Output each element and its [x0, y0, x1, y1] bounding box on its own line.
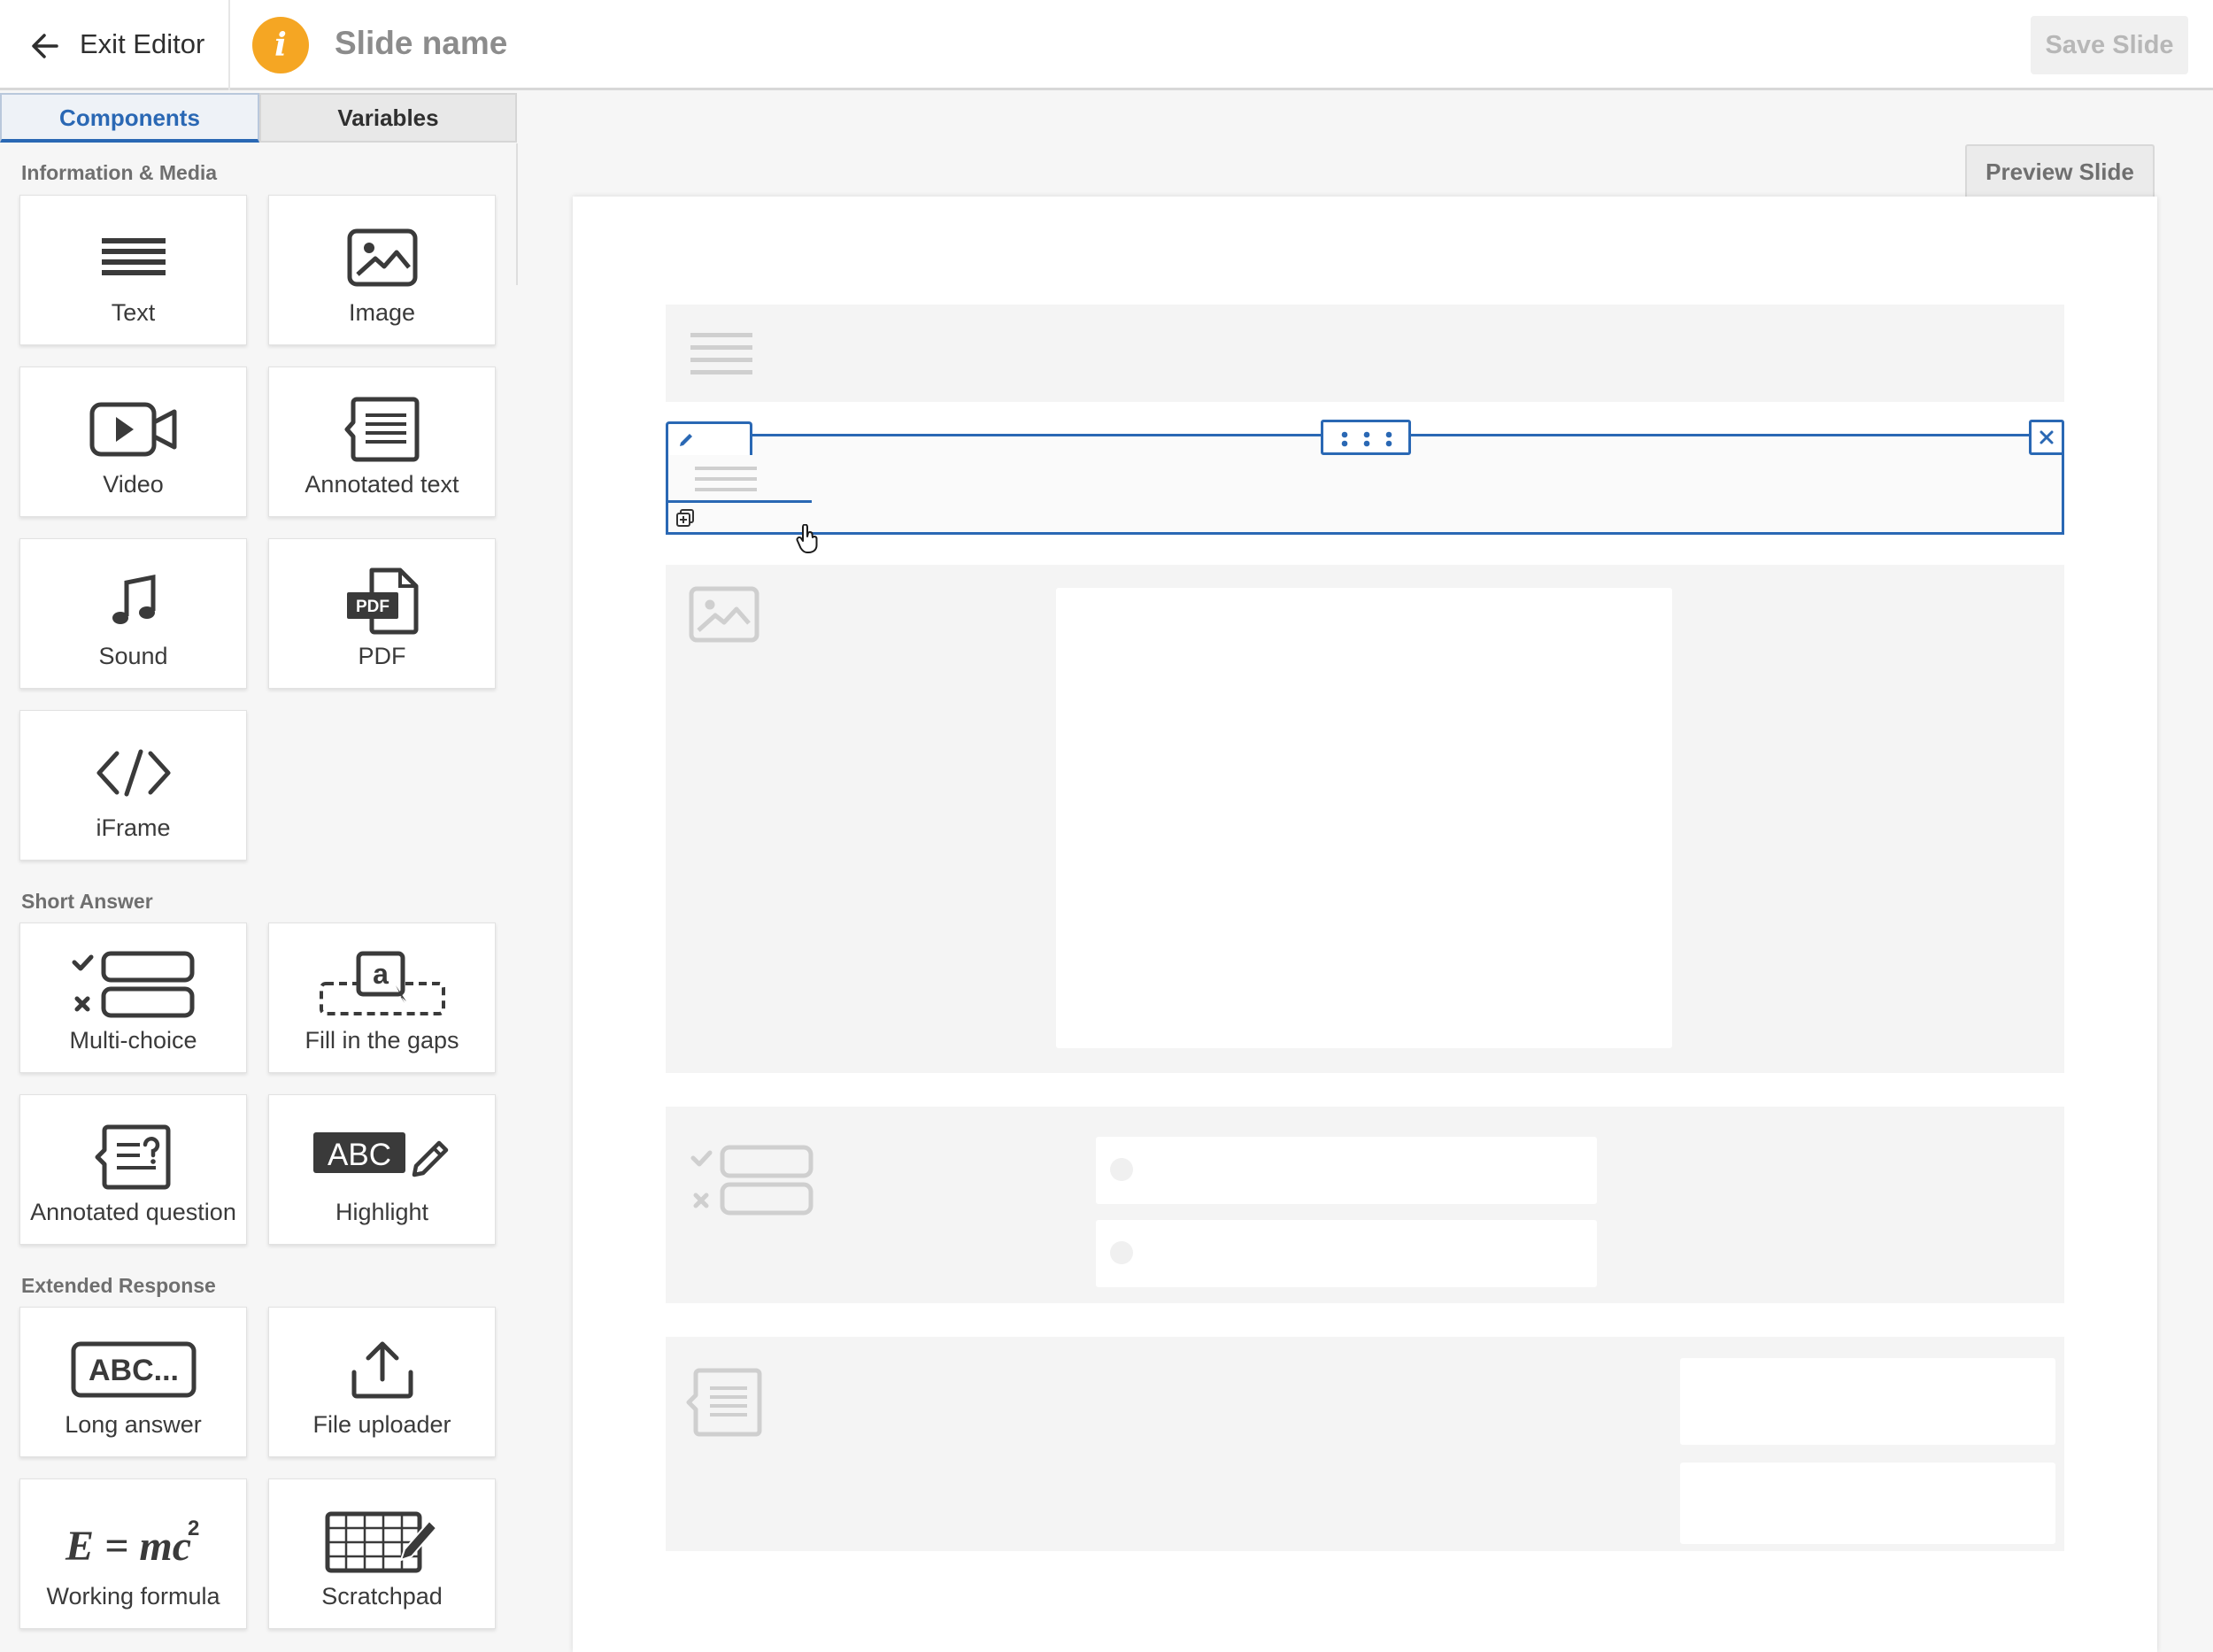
info-icon[interactable]: i: [252, 17, 309, 73]
top-bar: Exit Editor i Slide name Save Slide: [0, 0, 2213, 90]
component-card-scratchpad[interactable]: Scratchpad: [268, 1478, 496, 1629]
video-camera-icon: [89, 402, 176, 457]
annotated-text-icon: [686, 1368, 762, 1437]
save-slide-button[interactable]: Save Slide: [2031, 16, 2188, 74]
component-card-video[interactable]: Video: [19, 367, 247, 517]
sidebar-tabs: Components Variables: [0, 93, 517, 144]
text-lines-icon: [690, 333, 752, 374]
component-label: Text: [111, 299, 156, 326]
component-card-text[interactable]: Text: [19, 195, 247, 345]
component-label: Annotated question: [30, 1199, 236, 1225]
close-icon: [2040, 430, 2054, 444]
component-label: Multi-choice: [69, 1027, 197, 1054]
component-card-fill-in-the-gaps[interactable]: a Fill in the gaps: [268, 922, 496, 1073]
radio-placeholder: [1110, 1241, 1133, 1264]
edit-block-handle[interactable]: [666, 421, 752, 455]
option-placeholder: [1096, 1137, 1597, 1204]
highlight-abc-icon: ABC: [312, 1132, 448, 1177]
section-heading-information-media: Information & Media: [21, 161, 218, 184]
music-note-icon: [112, 574, 155, 624]
multi-choice-icon: [72, 951, 194, 1018]
tab-components[interactable]: Components: [0, 93, 259, 143]
section-heading-extended-response: Extended Response: [21, 1274, 216, 1297]
component-label: iFrame: [96, 814, 171, 841]
duplicate-icon[interactable]: [675, 508, 695, 528]
option-placeholder: [1096, 1220, 1597, 1287]
arrow-left-icon: [32, 34, 58, 58]
drag-handle[interactable]: [1321, 420, 1411, 455]
text-lines-icon: [101, 238, 166, 275]
multi-choice-icon: [690, 1145, 813, 1216]
component-card-multi-choice[interactable]: Multi-choice: [19, 922, 247, 1073]
image-icon: [347, 228, 417, 287]
component-card-pdf[interactable]: PDF PDF: [268, 538, 496, 689]
preview-slide-button[interactable]: Preview Slide: [1965, 144, 2155, 197]
annotated-text-block[interactable]: [666, 1337, 2064, 1551]
highlight-icon-text: ABC: [328, 1138, 391, 1172]
formula-icon: E = mc 2: [65, 1517, 199, 1570]
fill-gap-letter: a: [373, 958, 389, 990]
component-card-image[interactable]: Image: [268, 195, 496, 345]
annotation-placeholder: [1680, 1358, 2055, 1445]
fill-gaps-icon: a: [319, 951, 445, 1015]
divider: [228, 0, 230, 90]
text-block[interactable]: [666, 305, 2064, 402]
component-card-file-uploader[interactable]: File uploader: [268, 1307, 496, 1457]
divider: [516, 143, 518, 285]
slide-name-field[interactable]: Slide name: [335, 25, 507, 62]
component-card-iframe[interactable]: iFrame: [19, 710, 247, 861]
component-label: Annotated text: [305, 471, 459, 498]
long-answer-icon-text: ABC...: [89, 1354, 179, 1387]
annotated-text-icon: [344, 397, 419, 462]
long-answer-icon: ABC...: [71, 1341, 196, 1398]
text-lines-icon: [695, 467, 757, 491]
components-sidebar: Components Variables Information & Media…: [0, 90, 518, 1652]
image-block[interactable]: [666, 565, 2064, 1073]
image-icon: [689, 586, 760, 643]
component-card-sound[interactable]: Sound: [19, 538, 247, 689]
section-heading-short-answer: Short Answer: [21, 890, 153, 913]
component-label: Video: [103, 471, 164, 498]
component-label: Working formula: [46, 1583, 220, 1610]
component-label: Sound: [98, 643, 168, 669]
scratchpad-grid-icon: [325, 1511, 437, 1573]
component-label: File uploader: [312, 1411, 451, 1438]
grip-dots-icon: [1341, 431, 1392, 447]
component-label: Image: [348, 299, 416, 326]
pdf-icon-text: PDF: [356, 598, 389, 616]
component-card-highlight[interactable]: ABC Highlight: [268, 1094, 496, 1245]
component-label: Scratchpad: [321, 1583, 443, 1610]
radio-placeholder: [1110, 1158, 1133, 1181]
multi-choice-block[interactable]: [666, 1107, 2064, 1303]
component-label: Long answer: [65, 1411, 202, 1438]
component-card-annotated-question[interactable]: Annotated question: [19, 1094, 247, 1245]
image-placeholder: [1056, 588, 1672, 1048]
code-brackets-icon: [96, 749, 170, 797]
component-label: PDF: [358, 643, 406, 669]
component-card-working-formula[interactable]: E = mc 2 Working formula: [19, 1478, 247, 1629]
block-underline: [668, 500, 812, 503]
tab-variables[interactable]: Variables: [259, 93, 517, 143]
exit-editor-label: Exit Editor: [80, 28, 205, 59]
hand-cursor-icon: [796, 524, 818, 553]
formula-icon-sup: 2: [188, 1517, 199, 1540]
remove-block-button[interactable]: [2029, 420, 2064, 455]
annotated-question-icon: [95, 1124, 170, 1190]
upload-icon: [351, 1341, 413, 1399]
formula-icon-text: E = mc: [65, 1523, 191, 1570]
component-card-annotated-text[interactable]: Annotated text: [268, 367, 496, 517]
component-label: Highlight: [335, 1199, 429, 1225]
annotation-placeholder: [1680, 1463, 2055, 1544]
component-card-long-answer[interactable]: ABC... Long answer: [19, 1307, 247, 1457]
component-label: Fill in the gaps: [305, 1027, 459, 1054]
exit-editor-button[interactable]: Exit Editor: [0, 0, 228, 90]
pdf-file-icon: PDF: [346, 567, 418, 635]
pencil-icon: [680, 434, 692, 446]
